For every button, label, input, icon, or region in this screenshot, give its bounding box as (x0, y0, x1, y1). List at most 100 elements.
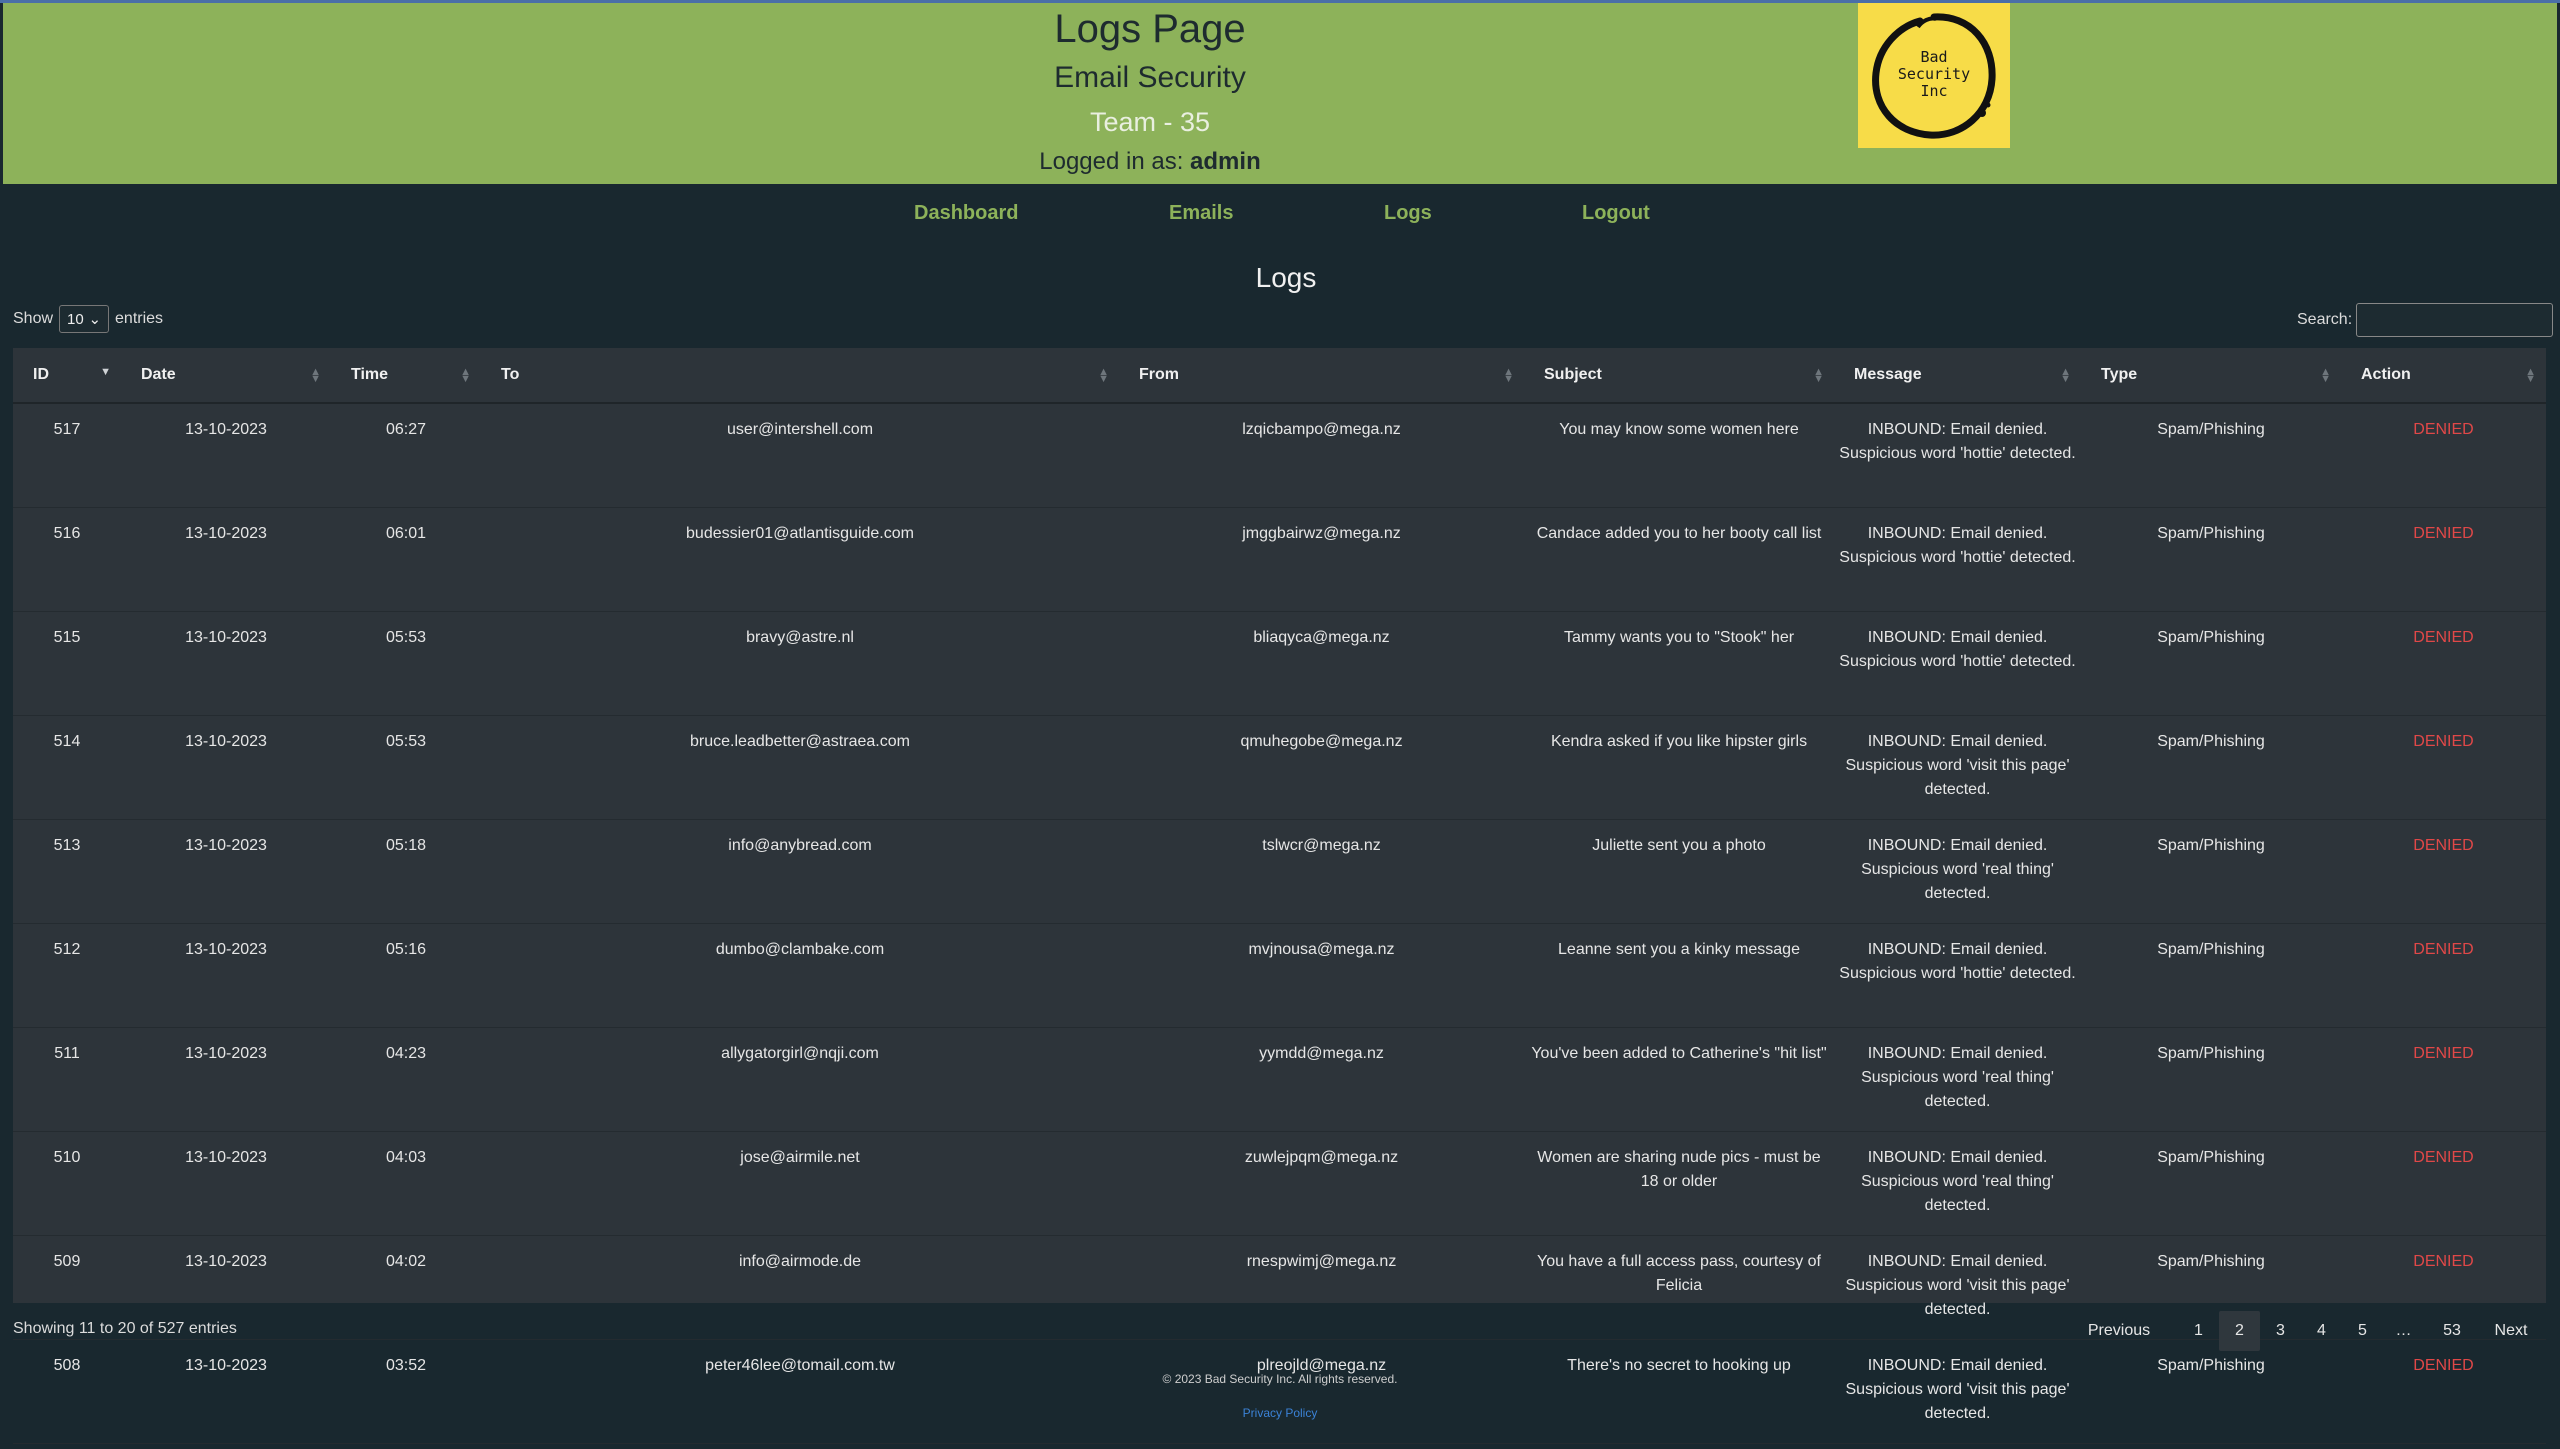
cell-id: 514 (13, 715, 121, 820)
chevron-down-icon: ⌄ (88, 311, 102, 328)
logs-table-container: ID ▼ Date ▲ ▼ Time ▲ ▼ To ▲ ▼ From ▲ ▼ Subject ▲ ▼ Messag… (13, 348, 2546, 1444)
cell-time: 05:18 (331, 819, 481, 924)
column-header-from[interactable]: From ▲ ▼ (1119, 348, 1524, 404)
main-nav: Dashboard Emails Logs Logout (0, 202, 2560, 232)
cell-subject: Tammy wants you to "Stook" her (1524, 611, 1834, 716)
cell-date: 13-10-2023 (121, 715, 331, 820)
cell-message: INBOUND: Email denied. Suspicious word '… (1834, 1235, 2081, 1340)
page-header: Logs Page Email Security Team - 35 Logge… (3, 3, 2557, 184)
table-row: 512 13-10-2023 05:16 dumbo@clambake.com mvjn… (13, 923, 2546, 1028)
logo-line: Bad (1920, 48, 1948, 66)
cell-type: Spam/Phishing (2081, 1131, 2341, 1236)
cell-to: user@intershell.com (481, 403, 1119, 508)
cell-subject: Women are sharing nude pics - must be 18… (1524, 1131, 1834, 1236)
column-header-label: ID (33, 366, 49, 383)
table-body: 517 13-10-2023 06:27 user@intershell.com lzq… (13, 403, 2546, 1444)
cell-time: 04:03 (331, 1131, 481, 1236)
page-button-1[interactable]: 1 (2178, 1311, 2219, 1351)
column-header-date[interactable]: Date ▲ ▼ (121, 348, 331, 404)
column-header-action[interactable]: Action ▲ ▼ (2341, 348, 2546, 404)
sort-icon: ▲ ▼ (460, 366, 471, 385)
column-header-to[interactable]: To ▲ ▼ (481, 348, 1119, 404)
cell-action[interactable]: DENIED (2341, 507, 2546, 612)
cell-message: INBOUND: Email denied. Suspicious word '… (1834, 1339, 2081, 1444)
cell-type: Spam/Phishing (2081, 819, 2341, 924)
cell-date: 13-10-2023 (121, 507, 331, 612)
nav-emails[interactable]: Emails (1169, 202, 1233, 225)
table-row: 508 13-10-2023 03:52 peter46lee@tomail.com.… (13, 1339, 2546, 1444)
entries-select-value: 10 (67, 310, 84, 328)
cell-to: budessier01@atlantisguide.com (481, 507, 1119, 612)
cell-action[interactable]: DENIED (2341, 819, 2546, 924)
cell-date: 13-10-2023 (121, 923, 331, 1028)
nav-logs[interactable]: Logs (1384, 202, 1432, 225)
privacy-policy-link[interactable]: Privacy Policy (0, 1406, 2560, 1420)
cell-from: tslwcr@mega.nz (1119, 819, 1524, 924)
sort-icon: ▲ ▼ (1098, 366, 1109, 385)
cell-message: INBOUND: Email denied. Suspicious word '… (1834, 923, 2081, 1028)
cell-action[interactable]: DENIED (2341, 1339, 2546, 1444)
page-button-4[interactable]: 4 (2301, 1311, 2342, 1351)
table-row: 511 13-10-2023 04:23 allygatorgirl@nqji.com… (13, 1027, 2546, 1132)
cell-message: INBOUND: Email denied. Suspicious word '… (1834, 403, 2081, 508)
nav-logout[interactable]: Logout (1582, 202, 1650, 225)
cell-to: jose@airmile.net (481, 1131, 1119, 1236)
cell-date: 13-10-2023 (121, 611, 331, 716)
cell-message: INBOUND: Email denied. Suspicious word '… (1834, 1027, 2081, 1132)
cell-date: 13-10-2023 (121, 1131, 331, 1236)
column-header-message[interactable]: Message ▲ ▼ (1834, 348, 2081, 404)
logo-line: Security (1897, 65, 1971, 83)
cell-from: yymdd@mega.nz (1119, 1027, 1524, 1132)
show-label: Show (13, 310, 54, 327)
sort-icon: ▲ ▼ (2060, 366, 2071, 385)
column-header-label: Date (141, 366, 176, 383)
cell-action[interactable]: DENIED (2341, 611, 2546, 716)
page-button-2[interactable]: 2 (2219, 1311, 2260, 1351)
page-button-5[interactable]: 5 (2342, 1311, 2383, 1351)
search-input[interactable] (2356, 303, 2554, 337)
cell-message: INBOUND: Email denied. Suspicious word '… (1834, 611, 2081, 716)
cell-to: info@airmode.de (481, 1235, 1119, 1340)
cell-to: bruce.leadbetter@astraea.com (481, 715, 1119, 820)
cell-from: qmuhegobe@mega.nz (1119, 715, 1524, 820)
search-label: Search: (2297, 311, 2353, 328)
cell-id: 516 (13, 507, 121, 612)
column-header-subject[interactable]: Subject ▲ ▼ (1524, 348, 1834, 404)
column-header-label: Time (351, 366, 389, 383)
column-header-label: To (501, 366, 520, 383)
cell-from: jmggbairwz@mega.nz (1119, 507, 1524, 612)
cell-time: 04:23 (331, 1027, 481, 1132)
cell-action[interactable]: DENIED (2341, 1131, 2546, 1236)
sort-icon: ▲ ▼ (2525, 366, 2536, 385)
cell-action[interactable]: DENIED (2341, 715, 2546, 820)
column-header-type[interactable]: Type ▲ ▼ (2081, 348, 2341, 404)
column-header-id[interactable]: ID ▼ (13, 348, 121, 404)
cell-type: Spam/Phishing (2081, 1027, 2341, 1132)
nav-dashboard[interactable]: Dashboard (914, 202, 1018, 225)
table-info: Showing 11 to 20 of 527 entries (13, 1320, 237, 1337)
cell-from: mvjnousa@mega.nz (1119, 923, 1524, 1028)
copyright: © 2023 Bad Security Inc. All rights rese… (1162, 1372, 1398, 1386)
page-button-53[interactable]: 53 (2424, 1311, 2480, 1351)
cell-action[interactable]: DENIED (2341, 403, 2546, 508)
next-button[interactable]: Next (2480, 1311, 2542, 1351)
cell-action[interactable]: DENIED (2341, 923, 2546, 1028)
cell-type: Spam/Phishing (2081, 611, 2341, 716)
previous-button[interactable]: Previous (2060, 1311, 2178, 1351)
logo-line: Inc (1920, 82, 1948, 100)
cell-date: 13-10-2023 (121, 819, 331, 924)
entries-select[interactable]: 10 ⌄ (59, 305, 110, 333)
table-row: 514 13-10-2023 05:53 bruce.leadbetter@astra… (13, 715, 2546, 820)
cell-id: 515 (13, 611, 121, 716)
cell-subject: There's no secret to hooking up (1524, 1339, 1834, 1444)
table-row: 516 13-10-2023 06:01 budessier01@atlantisgu… (13, 507, 2546, 612)
cell-subject: Juliette sent you a photo (1524, 819, 1834, 924)
cell-time: 03:52 (331, 1339, 481, 1444)
cell-action[interactable]: DENIED (2341, 1027, 2546, 1132)
column-header-time[interactable]: Time ▲ ▼ (331, 348, 481, 404)
cell-type: Spam/Phishing (2081, 923, 2341, 1028)
sort-icon: ▼ (100, 366, 111, 378)
page-button-3[interactable]: 3 (2260, 1311, 2301, 1351)
cell-message: INBOUND: Email denied. Suspicious word '… (1834, 819, 2081, 924)
pagination: Previous 1 2 3 4 5 … 53 Next (2060, 1311, 2542, 1351)
